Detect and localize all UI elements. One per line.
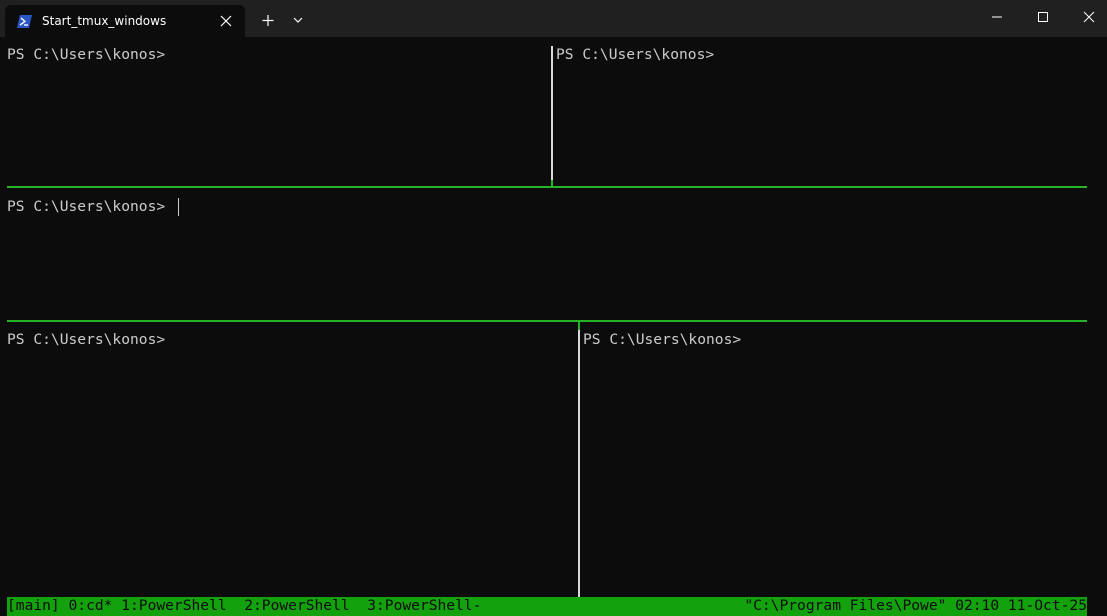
pane-divider-upper[interactable] (7, 186, 1087, 188)
pane-divider-top[interactable] (551, 46, 553, 180)
title-bar: Start_tmux_windows (0, 0, 1107, 37)
minimize-icon (992, 16, 1002, 18)
close-icon (1083, 11, 1095, 23)
tab-start-tmux-windows[interactable]: Start_tmux_windows (5, 5, 245, 37)
terminal-area[interactable] (0, 37, 1107, 616)
plus-icon[interactable] (255, 8, 281, 32)
tab-title: Start_tmux_windows (42, 14, 167, 28)
pane-bottom-right-prompt[interactable]: PS C:\Users\konos> (583, 331, 741, 349)
close-tab-icon[interactable] (218, 13, 234, 29)
minimize-button[interactable] (974, 0, 1020, 34)
tmux-status-bar: [main] 0:cd* 1:PowerShell 2:PowerShell 3… (7, 597, 1087, 616)
maximize-icon (1038, 12, 1048, 22)
status-info: "C:\Program Files\Powe" 02:10 11-Oct-25 (744, 597, 1087, 614)
pane-divider-bottom-active (578, 322, 580, 330)
close-window-button[interactable] (1066, 0, 1107, 34)
pane-top-left-prompt[interactable]: PS C:\Users\konos> (7, 46, 165, 64)
maximize-button[interactable] (1020, 0, 1066, 34)
pane-divider-lower[interactable] (7, 320, 1087, 322)
pane-divider-bottom[interactable] (578, 330, 580, 597)
text-cursor (178, 198, 179, 216)
pane-top-right-prompt[interactable]: PS C:\Users\konos> (556, 46, 714, 64)
status-window-list[interactable]: [main] 0:cd* 1:PowerShell 2:PowerShell 3… (7, 597, 481, 615)
pane-middle-prompt[interactable]: PS C:\Users\konos> (7, 198, 174, 216)
powershell-icon (17, 15, 32, 28)
chevron-down-icon[interactable] (288, 10, 308, 30)
pane-bottom-left-prompt[interactable]: PS C:\Users\konos> (7, 331, 165, 349)
